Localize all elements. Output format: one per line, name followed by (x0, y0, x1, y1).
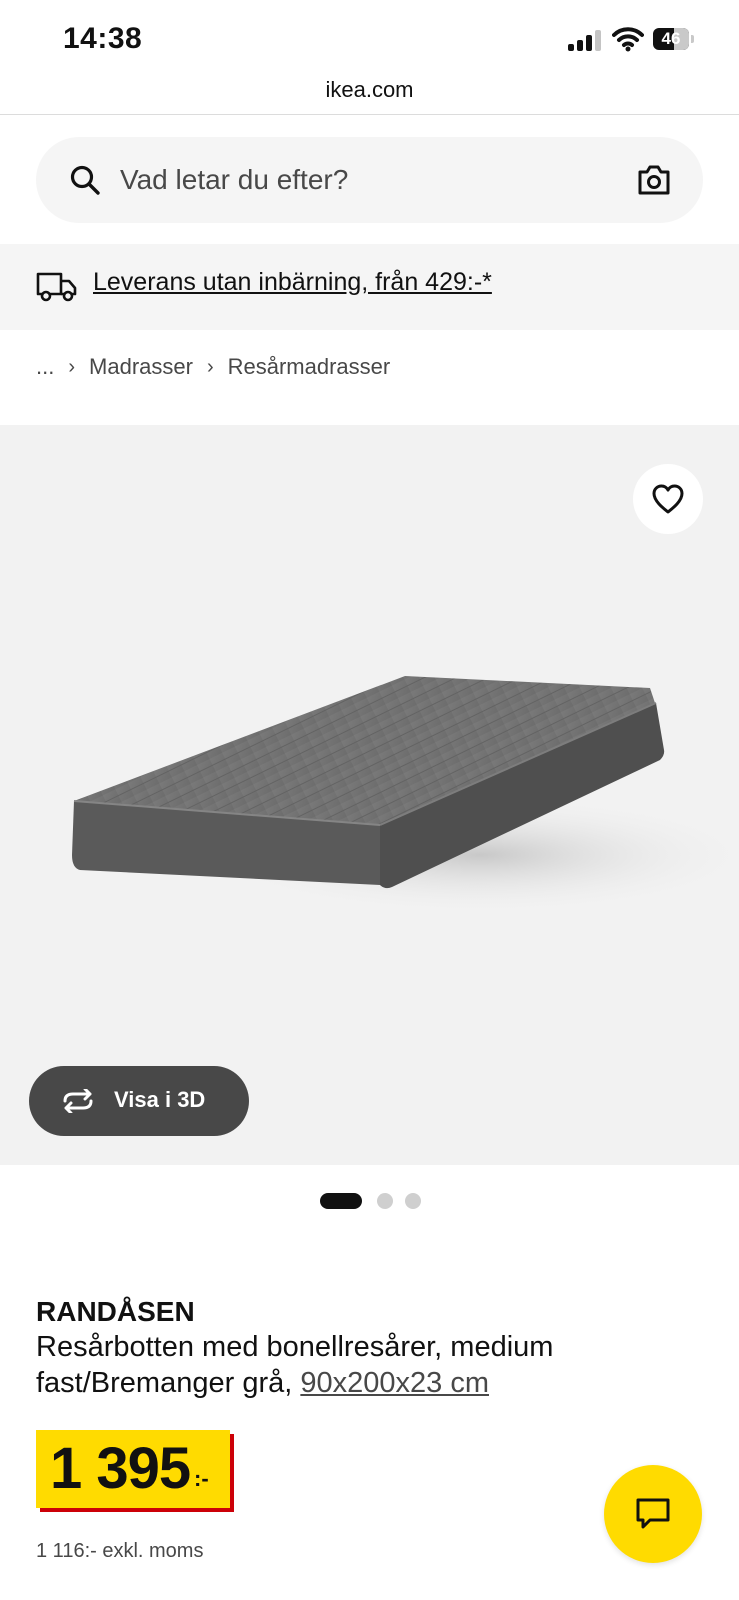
product-name: RANDÅSEN (36, 1296, 195, 1327)
cellular-signal-icon (568, 29, 602, 51)
price-suffix: :- (194, 1466, 209, 1491)
price-excl-vat: 1 116:- exkl. moms (36, 1540, 204, 1562)
search-bar[interactable] (36, 137, 703, 223)
battery-level: 46 (661, 29, 681, 48)
product-image-gallery[interactable]: Visa i 3D (0, 425, 739, 1165)
wifi-icon (612, 27, 644, 52)
chat-bubble-icon (636, 1498, 670, 1529)
product-size-link[interactable]: 90x200x23 cm (300, 1367, 489, 1399)
chevron-right-icon: › (206, 355, 214, 378)
carousel-dot-active[interactable] (320, 1193, 362, 1209)
status-time: 14:38 (63, 22, 143, 55)
product-description: Resårbotten med bonellresårer, medium fa… (36, 1329, 676, 1401)
view-3d-button[interactable]: Visa i 3D (29, 1066, 249, 1136)
price-amount: 1 395 (50, 1436, 191, 1501)
camera-search-icon[interactable] (636, 162, 672, 198)
view-3d-label: Visa i 3D (114, 1087, 206, 1112)
breadcrumb: ... › Madrasser › Resårmadrasser (36, 352, 390, 382)
delivery-link[interactable]: Leverans utan inbärning, från 429:-* (93, 268, 492, 297)
breadcrumb-item-resarmadrasser[interactable]: Resårmadrasser (228, 354, 391, 380)
battery-icon: 46 (653, 28, 695, 52)
breadcrumb-ellipsis[interactable]: ... (36, 354, 54, 380)
favorite-button[interactable] (633, 464, 703, 534)
search-icon (70, 165, 100, 195)
browser-url-bar[interactable]: ikea.com (0, 70, 739, 115)
status-bar: 14:38 46 (0, 0, 739, 70)
delivery-truck-icon (36, 272, 77, 302)
breadcrumb-item-madrasser[interactable]: Madrasser (89, 354, 193, 380)
price-tag: 1 395 :- (36, 1430, 230, 1508)
heart-icon (652, 484, 684, 514)
carousel-dot[interactable] (377, 1193, 393, 1209)
rotate-3d-icon (63, 1089, 93, 1113)
url-text: ikea.com (325, 77, 414, 102)
search-input[interactable] (120, 157, 600, 203)
chevron-right-icon: › (68, 355, 76, 378)
chat-button[interactable] (604, 1465, 702, 1563)
carousel-dot[interactable] (405, 1193, 421, 1209)
delivery-banner: Leverans utan inbärning, från 429:-* (0, 244, 739, 330)
product-image (72, 676, 739, 915)
